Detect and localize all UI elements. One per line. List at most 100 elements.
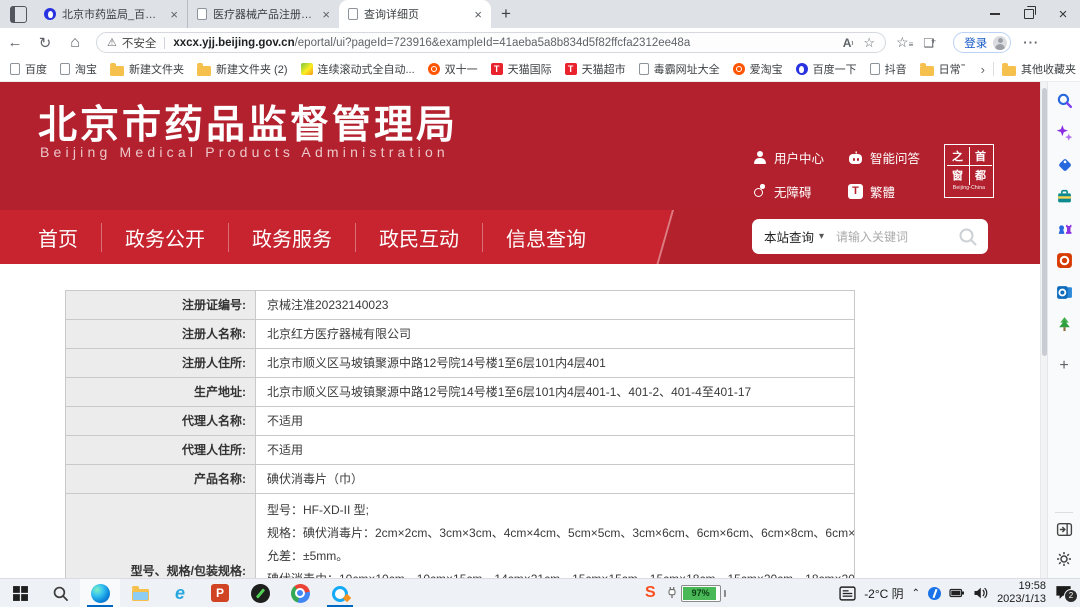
nav-item-2[interactable]: 政务公开 <box>101 223 228 252</box>
table-row: 注册人名称:北京红方医疗器械有限公司 <box>66 320 854 349</box>
sogou-input-icon[interactable]: S <box>645 584 656 602</box>
taskbar-chrome-button[interactable] <box>280 579 320 607</box>
tab[interactable]: 北京市药监局_百度搜索× <box>35 0 187 28</box>
nav-item-4[interactable]: 政民互动 <box>355 223 482 252</box>
back-icon[interactable]: ← <box>0 34 30 51</box>
tab-actions-icon[interactable] <box>10 6 27 23</box>
restore-button[interactable] <box>1012 0 1046 28</box>
bookmark-item[interactable]: 百度 <box>10 61 47 77</box>
site-search-box[interactable]: 本站查询 ▾ <box>752 219 988 254</box>
tray-app-icon[interactable] <box>928 587 941 600</box>
start-button[interactable] <box>0 579 40 607</box>
new-tab-icon[interactable]: + <box>491 0 521 28</box>
more-menu-icon[interactable]: ··· <box>1023 35 1039 50</box>
search-input[interactable] <box>834 229 958 245</box>
page-icon <box>197 8 207 20</box>
search-scope-dropdown[interactable]: 本站查询 <box>764 227 814 246</box>
bookmark-item[interactable]: 天猫超市 <box>565 61 626 77</box>
read-aloud-icon[interactable]: A⁾ <box>843 36 854 50</box>
tab-active[interactable]: 查询详细页× <box>339 0 491 28</box>
battery-tray-icon[interactable] <box>949 585 965 601</box>
speaker-icon[interactable] <box>973 585 989 601</box>
settings-gear-icon[interactable] <box>1056 551 1072 572</box>
nav-item-1[interactable]: 首页 <box>38 223 101 252</box>
outlook-icon[interactable] <box>1048 276 1080 308</box>
bookmark-label: 新建文件夹 (2) <box>216 61 288 77</box>
bookmark-item[interactable]: 抖音 <box>870 61 907 77</box>
row-label: 代理人名称: <box>66 407 256 435</box>
taskbar-powerpoint-button[interactable] <box>200 579 240 607</box>
minimize-button[interactable] <box>978 0 1012 28</box>
edge-sidebar: + <box>1047 82 1080 578</box>
bookmark-item[interactable]: 毒霸网址大全 <box>639 61 720 77</box>
address-bar[interactable]: ⚠ 不安全 xxcx.yjj.beijing.gov.cn/eportal/ui… <box>96 32 886 53</box>
security-warning-icon: ⚠ <box>107 36 117 49</box>
bookmark-item[interactable]: 天猫国际 <box>491 61 552 77</box>
toolbox-icon[interactable] <box>1048 180 1080 212</box>
bookmark-item[interactable]: 双十一 <box>428 61 478 77</box>
hidden-icons-chevron[interactable]: ⌃ <box>912 588 920 599</box>
address-divider <box>164 37 165 49</box>
close-window-button[interactable]: × <box>1046 0 1080 28</box>
registration-detail-table: 注册证编号:京械注准20232140023注册人名称:北京红方医疗器械有限公司注… <box>65 290 855 578</box>
bookmark-item[interactable]: 日常下载 <box>920 61 965 77</box>
nav-item-3[interactable]: 政务服务 <box>228 223 355 252</box>
bookmark-item[interactable]: 爱淘宝 <box>733 61 783 77</box>
close-tab-icon[interactable]: × <box>319 7 333 22</box>
quick-link-label: 繁體 <box>870 182 895 201</box>
page-icon <box>348 8 358 20</box>
page-scrollbar[interactable] <box>1040 82 1047 578</box>
bookmark-item[interactable]: 百度一下 <box>796 61 857 77</box>
clock[interactable]: 19:58 2023/1/13 <box>997 580 1046 606</box>
collections-icon[interactable]: ❏+ <box>923 36 939 50</box>
tab[interactable]: 医疗器械产品注册信息× <box>187 0 339 28</box>
taskbar-internet-explorer-button[interactable]: e <box>160 579 200 607</box>
quick-link[interactable]: 繁體 <box>848 182 944 201</box>
bookmark-item[interactable]: 新建文件夹 <box>110 61 184 77</box>
reload-icon[interactable]: ↻ <box>30 34 60 52</box>
tab-strip: 北京市药监局_百度搜索×医疗器械产品注册信息×查询详细页× <box>35 0 491 28</box>
taskbar-file-explorer-button[interactable] <box>120 579 160 607</box>
favorites-icon[interactable]: ☆≡ <box>896 34 913 51</box>
office-icon[interactable] <box>1048 244 1080 276</box>
system-tray: -2°C 阴 ⌃ 19:58 2023/1/13 2 <box>839 579 1076 607</box>
games-icon[interactable] <box>1048 212 1080 244</box>
open-panel-icon[interactable] <box>1056 521 1073 543</box>
capital-logo-char: 都 <box>970 166 992 185</box>
folder-icon <box>1002 66 1016 76</box>
page-icon <box>870 63 880 75</box>
bookmark-item[interactable]: 淘宝 <box>60 61 97 77</box>
taskbar-edge-button[interactable] <box>80 579 120 607</box>
copilot-sparkles-icon[interactable] <box>1048 116 1080 148</box>
avatar <box>993 36 1007 50</box>
action-center-icon[interactable]: 2 <box>1054 583 1076 603</box>
bookmark-item[interactable]: 连续滚动式全自动... <box>301 61 415 77</box>
add-favorite-star-icon[interactable]: ☆ <box>863 35 875 51</box>
bookmarks-overflow-icon[interactable]: › <box>981 62 985 77</box>
capital-window-logo[interactable]: 之首窗都 Beijing-China <box>944 144 994 198</box>
signin-button[interactable]: 登录 <box>953 32 1011 53</box>
close-tab-icon[interactable]: × <box>471 7 485 22</box>
quick-link[interactable]: 无障碍 <box>752 182 848 201</box>
taskbar-chat-app-button[interactable] <box>320 579 360 607</box>
page-icon <box>639 63 649 75</box>
add-sidebar-item-icon[interactable]: + <box>1048 350 1080 382</box>
chevron-down-icon[interactable]: ▾ <box>819 231 824 242</box>
search-icon[interactable] <box>958 227 978 247</box>
shopping-tag-icon[interactable] <box>1048 148 1080 180</box>
home-icon[interactable]: ⌂ <box>60 34 90 52</box>
other-favorites-folder[interactable]: 其他收藏夹 <box>1002 61 1076 77</box>
search-icon[interactable] <box>1048 84 1080 116</box>
close-tab-icon[interactable]: × <box>167 7 181 22</box>
news-widget-icon[interactable] <box>839 586 856 601</box>
quick-link[interactable]: 用户中心 <box>752 148 848 167</box>
nav-item-5[interactable]: 信息查询 <box>482 223 609 252</box>
taskbar-notes-app-button[interactable] <box>240 579 280 607</box>
bookmark-item[interactable]: 新建文件夹 (2) <box>197 61 288 77</box>
taskbar-search-button[interactable] <box>40 579 80 607</box>
weather-status[interactable]: -2°C 阴 <box>864 585 903 602</box>
tree-icon[interactable] <box>1048 308 1080 340</box>
quick-link[interactable]: 智能问答 <box>848 148 944 167</box>
notification-badge: 2 <box>1064 589 1078 603</box>
battery-bar: 97% <box>681 585 721 602</box>
